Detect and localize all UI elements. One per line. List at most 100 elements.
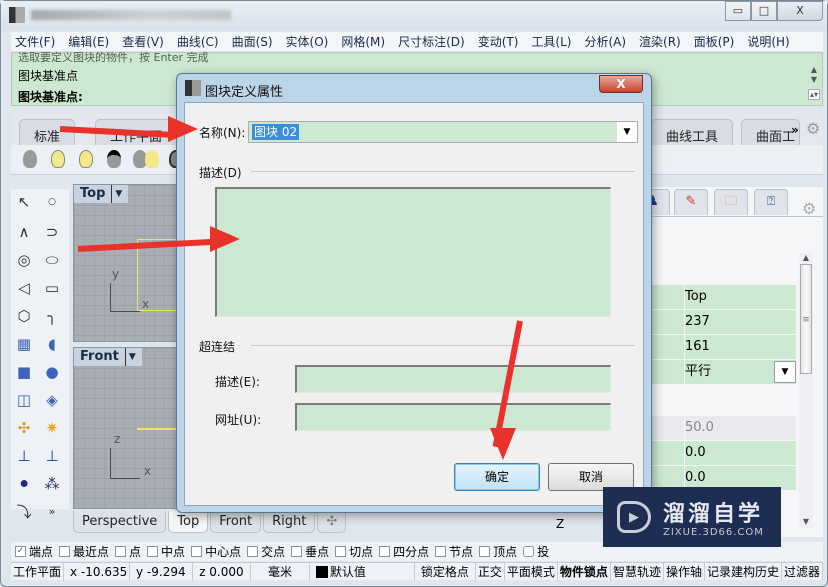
boolean-split-icon[interactable]: ⁂ bbox=[41, 473, 63, 495]
checkbox[interactable] bbox=[479, 546, 491, 557]
surface-from-points-icon[interactable]: ▦ bbox=[13, 333, 35, 355]
menu-solid[interactable]: 实体(O) bbox=[286, 33, 329, 50]
cylinder-icon[interactable]: ◫ bbox=[13, 389, 35, 411]
properties-scrollbar[interactable]: ▲ ≡ ▼ bbox=[799, 253, 813, 528]
extrude-surface-icon[interactable]: ◖ bbox=[41, 333, 63, 355]
command-spin-icon[interactable]: ▴▾ bbox=[808, 89, 820, 100]
menu-render[interactable]: 渲染(R) bbox=[639, 33, 681, 50]
select-arrow-icon[interactable]: ↖ bbox=[13, 191, 35, 213]
status-planar[interactable]: 平面模式 bbox=[505, 562, 558, 581]
viewport-top-label[interactable]: Top ▼ bbox=[74, 185, 129, 203]
point-icon[interactable]: ○ bbox=[41, 191, 63, 213]
url-input[interactable] bbox=[295, 403, 611, 431]
chevron-down-icon[interactable]: ▼ bbox=[617, 122, 637, 142]
close-window-button[interactable]: X bbox=[777, 1, 823, 21]
minimize-button[interactable]: ▭ bbox=[725, 1, 751, 21]
light-swap-on-icon[interactable] bbox=[145, 150, 159, 168]
menu-transform[interactable]: 变动(T) bbox=[478, 33, 519, 50]
status-units[interactable]: 毫米 bbox=[251, 562, 310, 581]
chevron-down-icon[interactable]: ▼ bbox=[111, 185, 122, 203]
menu-view[interactable]: 查看(V) bbox=[122, 33, 164, 50]
light-bulb-properties-icon[interactable] bbox=[107, 150, 121, 168]
arc-icon[interactable]: ◁ bbox=[13, 277, 35, 299]
property-row[interactable]: Top bbox=[646, 285, 796, 309]
more-tools-icon[interactable]: » bbox=[41, 501, 63, 523]
scroll-down-icon[interactable]: ▼ bbox=[799, 517, 813, 526]
rectangle-icon[interactable]: ▭ bbox=[41, 277, 63, 299]
dimension-icon[interactable]: ⊥ bbox=[13, 445, 35, 467]
scroll-up-icon[interactable]: ▲ bbox=[808, 65, 820, 74]
puzzle-icon[interactable]: ✣ bbox=[13, 417, 35, 439]
checkbox[interactable] bbox=[191, 546, 203, 557]
menu-tools[interactable]: 工具(L) bbox=[531, 33, 571, 50]
viewport-front[interactable]: Front ▼ z x bbox=[73, 347, 177, 509]
status-gumball[interactable]: 操作轴 bbox=[664, 562, 705, 581]
osnap-perpendicular[interactable]: 垂点 bbox=[291, 543, 329, 560]
tab-top[interactable]: Top bbox=[168, 511, 209, 533]
scroll-thumb[interactable]: ≡ bbox=[800, 264, 812, 374]
tab-perspective[interactable]: Perspective bbox=[73, 511, 167, 533]
ok-button[interactable]: 确定 bbox=[454, 463, 540, 491]
menu-mesh[interactable]: 网格(M) bbox=[341, 33, 385, 50]
chevron-down-icon[interactable]: ▼ bbox=[124, 348, 136, 366]
name-value[interactable]: 图块 02 bbox=[252, 124, 300, 140]
panel-tab-help-icon[interactable]: ⍰ bbox=[754, 189, 788, 215]
explode-icon[interactable]: ✷ bbox=[41, 417, 63, 439]
menu-edit[interactable]: 编辑(E) bbox=[68, 33, 109, 50]
command-prompt[interactable]: 图块基准点: bbox=[18, 88, 83, 105]
osnap-project[interactable]: 投 bbox=[523, 543, 549, 560]
status-grid-snap[interactable]: 锁定格点 bbox=[415, 562, 476, 581]
mesh-icon[interactable]: ◈ bbox=[41, 389, 63, 411]
maximize-button[interactable]: □ bbox=[751, 1, 777, 21]
status-history[interactable]: 记录建构历史 bbox=[705, 562, 782, 581]
tab-curve-tools[interactable]: 曲线工具 bbox=[651, 119, 734, 145]
checkbox[interactable] bbox=[291, 546, 303, 557]
checkbox[interactable] bbox=[435, 546, 447, 557]
osnap-knot[interactable]: 节点 bbox=[435, 543, 473, 560]
status-smarttrack[interactable]: 智慧轨迹 bbox=[611, 562, 664, 581]
scroll-down-icon[interactable]: ▼ bbox=[808, 75, 820, 84]
dialog-close-button[interactable]: X bbox=[599, 75, 643, 93]
gear-icon[interactable]: ⚙ bbox=[806, 119, 820, 138]
osnap-quadrant[interactable]: 四分点 bbox=[379, 543, 429, 560]
checkbox-checked[interactable]: ✓ bbox=[15, 546, 26, 557]
tab-front[interactable]: Front bbox=[210, 511, 262, 533]
link-description-input[interactable] bbox=[295, 365, 611, 393]
menu-panels[interactable]: 面板(P) bbox=[694, 33, 735, 50]
light-bulb-off-icon[interactable] bbox=[23, 150, 37, 168]
property-row[interactable]: 161 bbox=[646, 335, 796, 359]
osnap-intersection[interactable]: 交点 bbox=[247, 543, 285, 560]
checkbox[interactable] bbox=[335, 546, 347, 557]
add-viewport-icon[interactable]: ✣ bbox=[317, 511, 347, 533]
panel-tab-folder-icon[interactable]: 🗀 bbox=[714, 189, 748, 215]
checkbox[interactable] bbox=[379, 546, 391, 557]
light-bulb-select-icon[interactable] bbox=[79, 150, 93, 168]
osnap-end[interactable]: ✓ 端点 bbox=[15, 543, 53, 560]
polygon-icon[interactable]: ⬡ bbox=[13, 305, 35, 327]
menu-help[interactable]: 说明(H) bbox=[747, 33, 789, 50]
status-layer[interactable]: 默认值 bbox=[310, 562, 415, 581]
tab-right[interactable]: Right bbox=[263, 511, 316, 533]
name-combobox[interactable]: 图块 02 ▼ bbox=[248, 121, 638, 143]
checkbox[interactable] bbox=[147, 546, 159, 557]
osnap-center[interactable]: 中心点 bbox=[191, 543, 241, 560]
status-osnap[interactable]: 物件锁点 bbox=[558, 562, 611, 581]
sphere-solid-icon[interactable]: ● bbox=[41, 361, 63, 383]
menu-analyze[interactable]: 分析(A) bbox=[584, 33, 626, 50]
box-solid-icon[interactable]: ■ bbox=[13, 361, 35, 383]
osnap-point[interactable]: 点 bbox=[115, 543, 141, 560]
polyline-icon[interactable]: ∧ bbox=[13, 221, 35, 243]
fillet-curve-icon[interactable]: ╮ bbox=[41, 305, 63, 327]
description-textarea[interactable] bbox=[215, 187, 611, 317]
more-tabs-icon[interactable]: » bbox=[791, 123, 799, 137]
status-filter[interactable]: 过滤器 bbox=[782, 562, 823, 581]
chevron-down-icon[interactable]: ▼ bbox=[774, 361, 796, 383]
curve-cv-icon[interactable]: ⊃ bbox=[41, 221, 63, 243]
circle-icon[interactable]: ◎ bbox=[13, 249, 35, 271]
panel-tab-materials-icon[interactable]: ✎ bbox=[674, 189, 708, 215]
menu-dimension[interactable]: 尺寸标注(D) bbox=[398, 33, 465, 50]
dimension-aligned-icon[interactable]: ⊥ bbox=[41, 445, 63, 467]
menu-curve[interactable]: 曲线(C) bbox=[177, 33, 219, 50]
checkbox[interactable] bbox=[59, 546, 71, 557]
status-cplane[interactable]: 工作平面 bbox=[11, 562, 65, 581]
